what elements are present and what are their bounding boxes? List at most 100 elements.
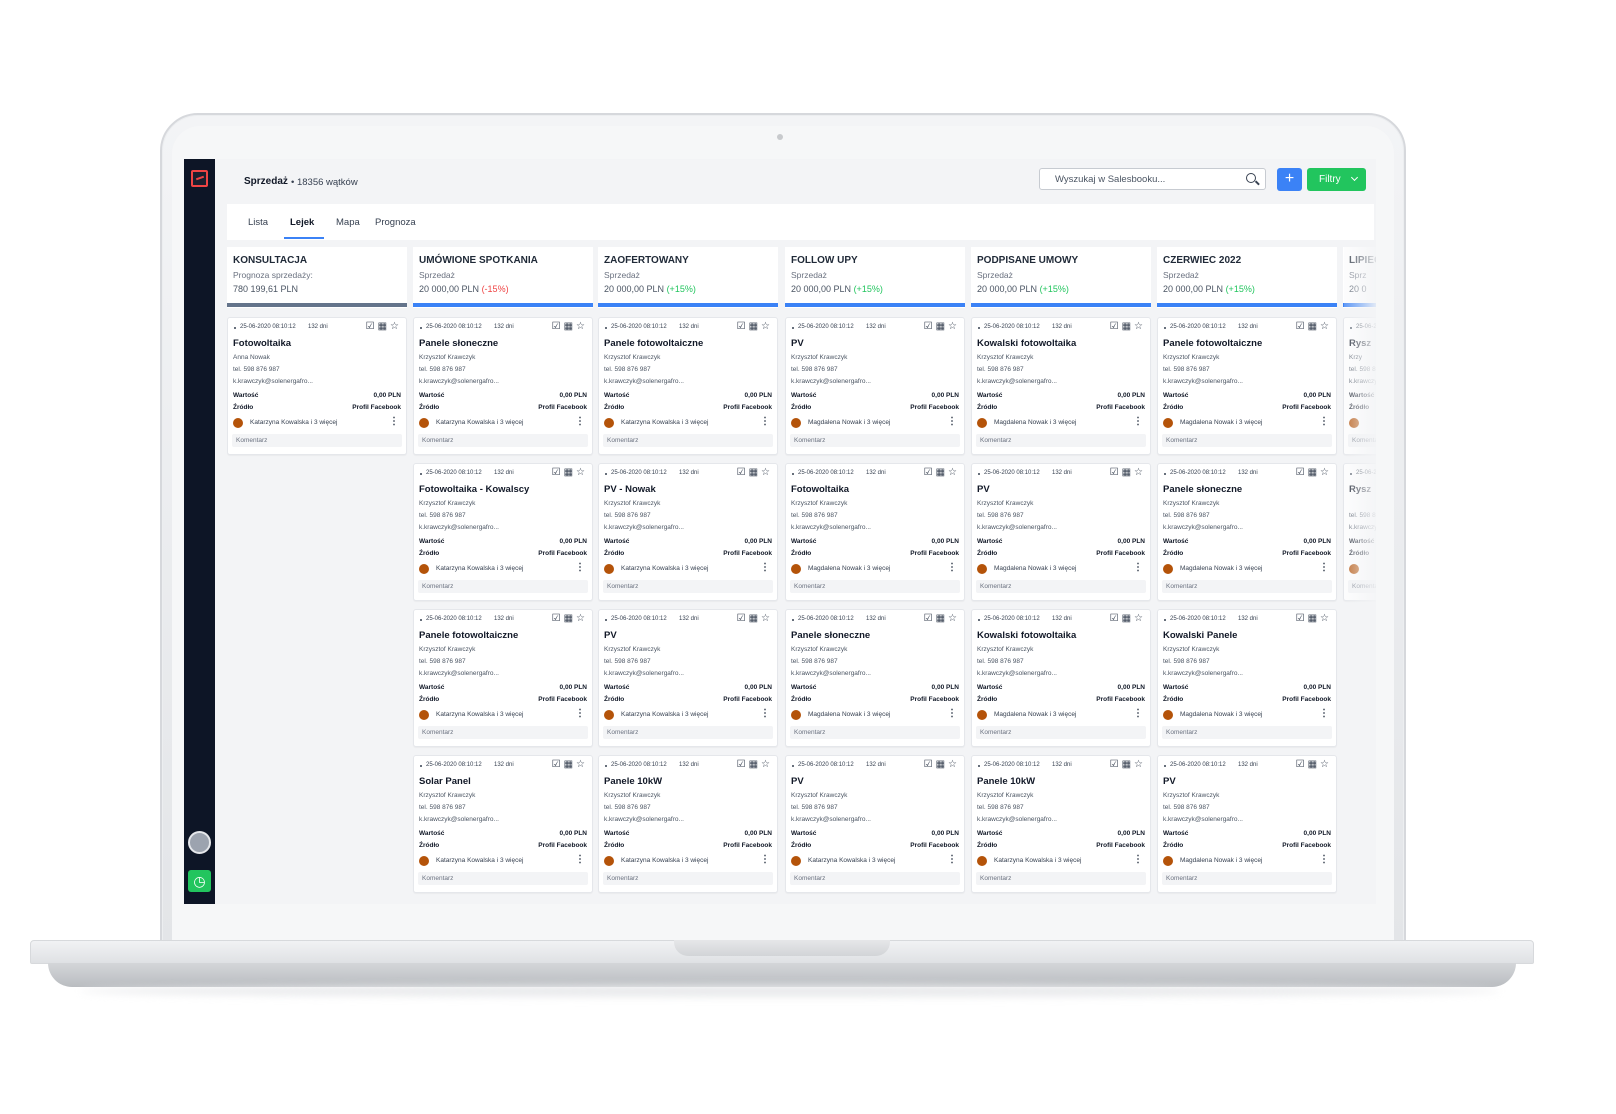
task-icon[interactable]: ☑ [1296, 759, 1308, 770]
calendar-icon[interactable]: ▦ [749, 759, 761, 770]
column-header[interactable]: KONSULTACJA Prognoza sprzedaży: 780 199,61… [227, 247, 407, 308]
comment-input[interactable]: Komentarz [976, 580, 1146, 593]
star-icon[interactable]: ☆ [576, 613, 588, 624]
star-icon[interactable]: ☆ [948, 759, 960, 770]
more-options-icon[interactable]: ⋮ [1319, 562, 1329, 573]
deal-card[interactable]: 25-06-2020 08:10:12 132 dni ☑▦☆ PV Krzysztof… [598, 609, 778, 747]
card-action-icons[interactable]: ☑▦☆ [737, 321, 773, 332]
calendar-icon[interactable]: ▦ [378, 321, 390, 332]
clock-icon[interactable]: ◷ [188, 870, 211, 892]
comment-input[interactable]: Komentarz [603, 580, 773, 593]
card-action-icons[interactable]: ☑▦☆ [924, 321, 960, 332]
task-icon[interactable]: ☑ [1296, 613, 1308, 624]
comment-input[interactable]: Komentarz [976, 434, 1146, 447]
card-action-icons[interactable]: ☑▦☆ [737, 613, 773, 624]
star-icon[interactable]: ☆ [576, 759, 588, 770]
column-header[interactable]: FOLLOW UPY Sprzedaż 20 000,00 PLN (+15%) [785, 247, 965, 308]
card-action-icons[interactable]: ☑▦☆ [737, 467, 773, 478]
star-icon[interactable]: ☆ [576, 467, 588, 478]
comment-input[interactable]: Komentarz [1162, 872, 1332, 885]
star-icon[interactable]: ☆ [1320, 467, 1332, 478]
star-icon[interactable]: ☆ [1134, 613, 1146, 624]
deal-card[interactable]: 25-06-2020 08:10:12 132 dni ☑▦☆ Fotowoltaik… [413, 463, 593, 601]
calendar-icon[interactable]: ▦ [749, 467, 761, 478]
card-title[interactable]: Solar Panel [419, 776, 471, 787]
deal-card[interactable]: 25-06-2020 08:10:12 132 dni ☑▦☆ PV Krzysztof… [785, 755, 965, 893]
column-header[interactable]: CZERWIEC 2022 Sprzedaż 20 000,00 PLN (+15%… [1157, 247, 1337, 308]
star-icon[interactable]: ☆ [761, 613, 773, 624]
more-options-icon[interactable]: ⋮ [575, 708, 585, 719]
filters-button[interactable]: Filtry [1307, 168, 1366, 191]
calendar-icon[interactable]: ▦ [749, 613, 761, 624]
more-options-icon[interactable]: ⋮ [1133, 708, 1143, 719]
more-options-icon[interactable]: ⋮ [1133, 416, 1143, 427]
more-options-icon[interactable]: ⋮ [1133, 854, 1143, 865]
column-header[interactable]: PODPISANE UMOWY Sprzedaż 20 000,00 PLN (+1… [971, 247, 1151, 308]
calendar-icon[interactable]: ▦ [1308, 321, 1320, 332]
card-action-icons[interactable]: ☑▦☆ [1296, 759, 1332, 770]
card-title[interactable]: PV [977, 484, 990, 495]
tab-lista[interactable]: Lista [248, 217, 268, 228]
task-icon[interactable]: ☑ [924, 467, 936, 478]
more-options-icon[interactable]: ⋮ [947, 708, 957, 719]
deal-card[interactable]: 25-06-2020 08:10:12 132 dni ☑▦☆ Kowalski Pa… [1157, 609, 1337, 747]
calendar-icon[interactable]: ▦ [749, 321, 761, 332]
comment-input[interactable]: Komentarz [418, 580, 588, 593]
card-title[interactable]: PV [1163, 776, 1176, 787]
star-icon[interactable]: ☆ [1134, 759, 1146, 770]
star-icon[interactable]: ☆ [390, 321, 402, 332]
deal-card[interactable]: 25-06-2020 08:10:12 132 dni ☑▦☆ Panele foto… [598, 317, 778, 455]
star-icon[interactable]: ☆ [948, 321, 960, 332]
card-title[interactable]: Panele słoneczne [419, 338, 498, 349]
star-icon[interactable]: ☆ [761, 467, 773, 478]
deal-card[interactable]: 25-06-2020 08:10:12 132 dni ☑▦☆ Panele słon… [1157, 463, 1337, 601]
more-options-icon[interactable]: ⋮ [947, 562, 957, 573]
calendar-icon[interactable]: ▦ [1308, 613, 1320, 624]
more-options-icon[interactable]: ⋮ [389, 416, 399, 427]
calendar-icon[interactable]: ▦ [564, 467, 576, 478]
column-header[interactable]: UMÓWIONE SPOTKANIA Sprzedaż 20 000,00 PLN … [413, 247, 593, 308]
task-icon[interactable]: ☑ [924, 613, 936, 624]
task-icon[interactable]: ☑ [552, 321, 564, 332]
search-input[interactable]: Wyszukaj w Salesbooku... [1039, 168, 1266, 190]
tab-mapa[interactable]: Mapa [336, 217, 360, 228]
card-action-icons[interactable]: ☑▦☆ [1110, 321, 1146, 332]
deal-card[interactable]: 25-06-2020 08:10:12 132 dni ☑▦☆ PV Krzysztof… [785, 317, 965, 455]
card-title[interactable]: Fotowoltaika [233, 338, 291, 349]
search-icon[interactable] [1246, 173, 1256, 183]
task-icon[interactable]: ☑ [737, 321, 749, 332]
card-action-icons[interactable]: ☑▦☆ [552, 321, 588, 332]
card-action-icons[interactable]: ☑▦☆ [366, 321, 402, 332]
calendar-icon[interactable]: ▦ [936, 613, 948, 624]
card-action-icons[interactable]: ☑▦☆ [552, 613, 588, 624]
deal-card[interactable]: 25-06-2020 08:10:12 132 dni ☑▦☆ Panele foto… [1157, 317, 1337, 455]
star-icon[interactable]: ☆ [761, 759, 773, 770]
card-title[interactable]: Panele fotowoltaiczne [1163, 338, 1262, 349]
card-title[interactable]: Panele słoneczne [791, 630, 870, 641]
task-icon[interactable]: ☑ [552, 613, 564, 624]
more-options-icon[interactable]: ⋮ [1319, 416, 1329, 427]
card-title[interactable]: Panele 10kW [977, 776, 1035, 787]
card-title[interactable]: PV [604, 630, 617, 641]
card-action-icons[interactable]: ☑▦☆ [737, 759, 773, 770]
deal-card[interactable]: 25-06-2020 08:10:12 132 dni ☑▦☆ Panele słon… [785, 609, 965, 747]
more-options-icon[interactable]: ⋮ [947, 854, 957, 865]
card-title[interactable]: Kowalski fotowoltaika [977, 338, 1076, 349]
deal-card[interactable]: 25-06-2020 08:10:12 132 dni ☑▦☆ Panele słon… [413, 317, 593, 455]
deal-card[interactable]: 25-06-2020 08:10:12 132 dni ☑▦☆ Fotowoltaik… [227, 317, 407, 455]
task-icon[interactable]: ☑ [1110, 613, 1122, 624]
calendar-icon[interactable]: ▦ [1308, 759, 1320, 770]
task-icon[interactable]: ☑ [1110, 467, 1122, 478]
star-icon[interactable]: ☆ [1134, 321, 1146, 332]
more-options-icon[interactable]: ⋮ [760, 708, 770, 719]
task-icon[interactable]: ☑ [366, 321, 378, 332]
task-icon[interactable]: ☑ [737, 467, 749, 478]
logo-icon[interactable] [191, 170, 208, 187]
card-title[interactable]: Kowalski Panele [1163, 630, 1237, 641]
calendar-icon[interactable]: ▦ [936, 467, 948, 478]
deal-card[interactable]: 25-06-2020 08:10:12 132 dni ☑▦☆ PV Krzysztof… [1157, 755, 1337, 893]
comment-input[interactable]: Komentarz [418, 872, 588, 885]
star-icon[interactable]: ☆ [948, 613, 960, 624]
comment-input[interactable]: Komentarz [790, 580, 960, 593]
deal-card[interactable]: 25-06-2020 08:10:12 132 dni ☑▦☆ Kowalski fo… [971, 317, 1151, 455]
